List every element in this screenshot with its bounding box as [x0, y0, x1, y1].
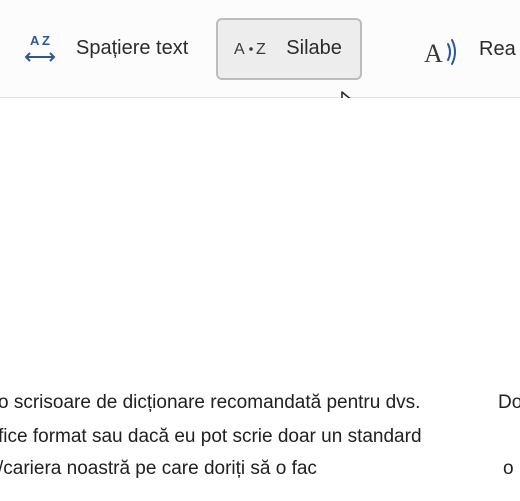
document-line: o scrisoare de dicționare recomandată pe…: [0, 392, 420, 414]
syllables-button[interactable]: A Z Silabe: [216, 18, 362, 80]
svg-text:Z: Z: [256, 41, 266, 58]
syllables-icon: A Z: [232, 34, 270, 64]
svg-text:A: A: [234, 41, 245, 58]
document-right-fragment: o: [503, 458, 514, 480]
document-right-fragment: Do: [498, 392, 520, 414]
svg-text:A: A: [30, 33, 40, 48]
syllables-label: Silabe: [286, 37, 342, 60]
document-line: fice format sau dacă eu pot scrie doar u…: [0, 426, 422, 448]
svg-text:Z: Z: [42, 33, 50, 48]
text-spacing-icon: A Z: [20, 31, 60, 67]
document-line: /cariera noastră pe care doriți să o fac: [0, 458, 317, 480]
read-aloud-icon[interactable]: A: [422, 34, 462, 75]
text-spacing-button[interactable]: A Z Spațiere text: [4, 18, 208, 80]
read-aloud-label-fragment: Rea: [479, 38, 516, 61]
text-spacing-label: Spațiere text: [76, 37, 188, 60]
document-area: o scrisoare de dicționare recomandată pe…: [0, 98, 520, 501]
svg-text:A: A: [424, 39, 443, 68]
